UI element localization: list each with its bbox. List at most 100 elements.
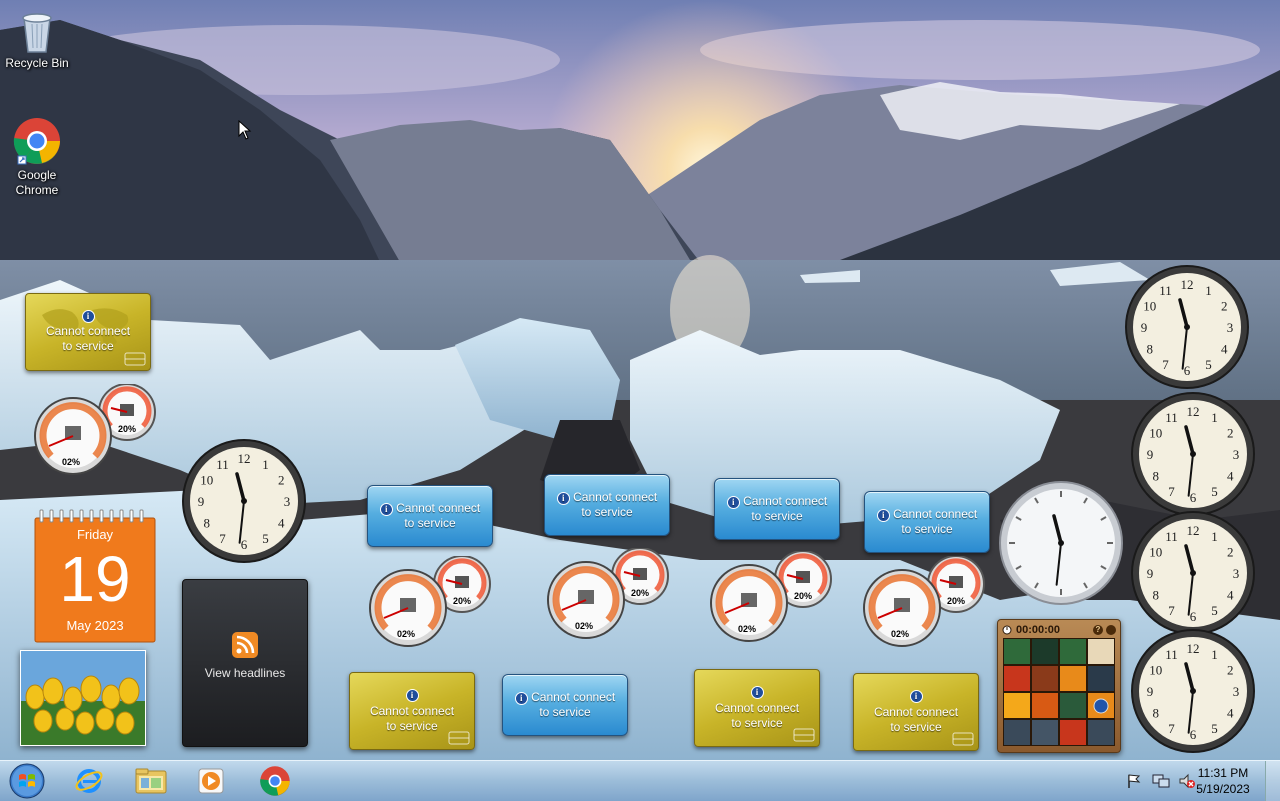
weather-line-1: Cannot connect: [573, 490, 658, 504]
view-headlines-link[interactable]: View headlines: [183, 666, 307, 680]
network-icon[interactable]: [1152, 773, 1170, 789]
taskbar: 11:31 PM 5/19/2023: [0, 760, 1280, 801]
info-icon: i: [909, 690, 923, 703]
weather-line-1: Cannot connect: [873, 705, 959, 719]
info-icon: i: [726, 496, 740, 509]
svg-text:10: 10: [1143, 299, 1156, 314]
taskbar-media-player[interactable]: [184, 763, 238, 799]
svg-text:2: 2: [1227, 545, 1234, 560]
desktop-icon-google-chrome[interactable]: Google Chrome: [1, 116, 73, 198]
weather-line-1: Cannot connect: [893, 507, 978, 521]
info-icon: i: [750, 686, 764, 699]
calendar-gadget[interactable]: Friday 19 May 2023: [34, 508, 156, 643]
svg-text:6: 6: [1190, 490, 1197, 505]
puzzle-picture-icon[interactable]: [1106, 624, 1116, 635]
svg-text:7: 7: [1168, 603, 1175, 618]
svg-text:3: 3: [1227, 320, 1234, 335]
info-icon: i: [556, 492, 570, 505]
svg-text:6: 6: [241, 537, 248, 552]
svg-text:5: 5: [1205, 357, 1212, 372]
svg-text:7: 7: [219, 531, 226, 546]
weather-line-1: Cannot connect: [714, 701, 800, 715]
svg-text:1: 1: [1211, 647, 1218, 662]
internet-explorer-icon: [75, 769, 103, 793]
info-icon: i: [514, 692, 528, 705]
svg-text:11: 11: [1165, 529, 1178, 544]
calendar-month-year: May 2023: [66, 618, 124, 633]
show-desktop-button[interactable]: [1265, 761, 1280, 801]
rss-icon: [232, 632, 258, 658]
taskbar-google-chrome[interactable]: [248, 763, 302, 799]
chrome-icon: [13, 118, 60, 165]
cpu-percent: 02%: [891, 629, 910, 639]
slideshow-gadget[interactable]: [20, 650, 146, 746]
weather-settings-icon[interactable]: [793, 728, 815, 742]
weather-gadget[interactable]: i Cannot connect to service: [864, 491, 990, 553]
clock-gadget[interactable]: 1 2 3 4 5 6 7 8 9 10 11 12: [1130, 628, 1256, 754]
info-icon: i: [876, 509, 890, 522]
picture-puzzle-gadget[interactable]: 00:00:00 ?: [997, 619, 1121, 753]
weather-settings-icon[interactable]: [124, 352, 146, 366]
svg-text:3: 3: [1233, 447, 1240, 462]
weather-settings-icon[interactable]: [952, 732, 974, 746]
analog-clock-face: 1234567891011 12: [1131, 629, 1255, 753]
svg-text:6: 6: [1184, 363, 1191, 378]
recycle-bin-icon: [22, 13, 52, 53]
cpu-meter-gadget[interactable]: 20% 02%: [709, 550, 835, 643]
svg-text:8: 8: [204, 516, 211, 531]
desktop[interactable]: Recycle Bin Google Chrome i Cannot conne…: [0, 0, 1280, 760]
weather-gadget[interactable]: i Cannot connect to service: [25, 293, 151, 371]
clock-gadget[interactable]: 1 2 3 4 5 6 7 8 9 10 11 12: [1130, 510, 1256, 636]
weather-gadget[interactable]: i Cannot connect to service: [694, 669, 820, 747]
taskbar-windows-explorer[interactable]: [124, 763, 178, 799]
clock-small-icon: [1002, 625, 1012, 634]
cpu-meter-gadget[interactable]: 20% 02%: [33, 383, 159, 476]
cpu-meter-gadget[interactable]: 20% 02%: [862, 555, 988, 648]
svg-text:4: 4: [1227, 469, 1234, 484]
taskbar-internet-explorer[interactable]: [62, 763, 116, 799]
svg-text:1: 1: [1211, 529, 1218, 544]
weather-gadget[interactable]: i Cannot connect to service: [367, 485, 493, 547]
puzzle-help-icon[interactable]: ?: [1093, 624, 1103, 635]
svg-text:8: 8: [1153, 706, 1160, 721]
weather-gadget[interactable]: i Cannot connect to service: [502, 674, 628, 736]
svg-text:1: 1: [1211, 410, 1218, 425]
svg-text:3: 3: [284, 494, 291, 509]
taskbar-clock[interactable]: 11:31 PM 5/19/2023: [1188, 765, 1258, 797]
svg-text:10: 10: [1149, 663, 1162, 678]
cpu-percent: 02%: [397, 629, 416, 639]
start-button[interactable]: [0, 763, 54, 799]
clock-gadget[interactable]: 1 2 3 4 5 6 7 8 9 10 11 12: [1124, 264, 1250, 390]
weather-gadget[interactable]: i Cannot connect to service: [349, 672, 475, 750]
weather-settings-icon[interactable]: [448, 731, 470, 745]
feed-headlines-gadget[interactable]: View headlines: [182, 579, 308, 747]
weather-gadget[interactable]: i Cannot connect to service: [544, 474, 670, 536]
weather-gadget[interactable]: i Cannot connect to service: [853, 673, 979, 751]
svg-text:12: 12: [1181, 277, 1194, 292]
chrome-label: Google Chrome: [15, 168, 59, 197]
desktop-icon-recycle-bin[interactable]: Recycle Bin: [1, 8, 73, 71]
action-center-flag-icon[interactable]: [1126, 773, 1142, 789]
svg-text:10: 10: [1149, 545, 1162, 560]
weather-line-1: Cannot connect: [743, 494, 828, 508]
svg-text:11: 11: [216, 457, 229, 472]
svg-text:12: 12: [1187, 641, 1200, 656]
svg-text:11: 11: [1165, 410, 1178, 425]
memory-percent: 20%: [947, 596, 966, 606]
svg-text:8: 8: [1147, 342, 1154, 357]
info-icon: i: [405, 689, 419, 702]
svg-text:7: 7: [1162, 357, 1169, 372]
svg-text:1: 1: [1205, 283, 1212, 298]
windows-start-icon: [9, 763, 45, 799]
cpu-meter-gadget[interactable]: 20% 02%: [546, 547, 672, 640]
clock-gadget[interactable]: [998, 480, 1124, 606]
cpu-meter-gadget[interactable]: 20% 02%: [368, 555, 494, 648]
calendar-day: 19: [59, 543, 131, 615]
svg-text:6: 6: [1190, 609, 1197, 624]
weather-line-2: to service: [581, 505, 633, 519]
memory-percent: 20%: [631, 588, 650, 598]
clock-gadget[interactable]: 1 2 3 4 5 6 7 8 9 10 11 12: [181, 438, 307, 564]
chrome-icon: [260, 766, 290, 796]
weather-gadget[interactable]: i Cannot connect to service: [714, 478, 840, 540]
clock-gadget[interactable]: 1 2 3 4 5 6 7 8 9 10 11 12: [1130, 391, 1256, 517]
